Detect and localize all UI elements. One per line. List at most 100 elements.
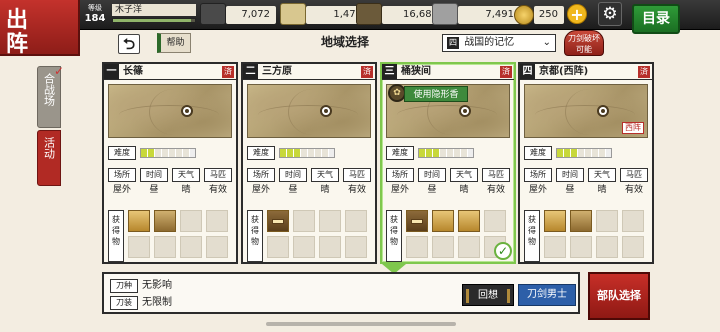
help-button[interactable]: 帮助 <box>157 33 191 53</box>
condition-value: 昼 <box>427 185 437 195</box>
map-card[interactable]: 四京都(西阵) 済西阵 难度 场所 时间 天气 马匹 屋外 昼 晴 有效 获得物 <box>518 62 654 264</box>
difficulty-bar <box>140 148 196 158</box>
difficulty-label: 难度 <box>386 146 414 160</box>
condition-label: 场所 <box>386 168 414 182</box>
loot-slot-empty <box>206 236 228 258</box>
settings-gear-icon[interactable]: ⚙ <box>598 2 622 26</box>
condition-values: 屋外 昼 晴 有效 <box>524 184 648 198</box>
loot-slot-empty <box>570 236 592 258</box>
card-header: 一长篠 済 <box>104 64 236 80</box>
tab-event[interactable]: 活动 <box>37 130 61 186</box>
loot-slot-empty <box>406 236 428 258</box>
condition-value: 屋外 <box>528 185 547 195</box>
difficulty-label: 难度 <box>524 146 552 160</box>
loot-item-scroll-icon <box>432 210 454 232</box>
condition-value: 有效 <box>347 185 366 195</box>
condition-labels: 场所 时间 天气 马匹 <box>247 168 371 182</box>
selected-check-icon: ✓ <box>494 242 512 260</box>
difficulty-segment <box>454 149 461 157</box>
back-button[interactable]: ⮌ <box>118 34 140 54</box>
loot-slot-empty <box>293 210 315 232</box>
loot-item-scale-icon <box>154 210 176 232</box>
difficulty-segment <box>155 149 162 157</box>
condition-label: 马匹 <box>620 168 648 182</box>
loot-item-scale-icon <box>570 210 592 232</box>
map-card[interactable]: 三桶狭间済 ✿ 使用隐形香 难度 场所 时间 天气 马匹 屋外昼晴有效 获得物 ✓ <box>380 62 516 264</box>
exp-bar <box>112 18 196 23</box>
difficulty-segment <box>294 149 301 157</box>
loot-slot-empty <box>319 236 341 258</box>
level-label: 等级 <box>88 4 102 12</box>
card-number: 四 <box>520 64 535 79</box>
loot-slot-empty <box>206 210 228 232</box>
difficulty-segment <box>308 149 315 157</box>
condition-label: 马匹 <box>482 168 510 182</box>
condition-value: 有效 <box>624 185 643 195</box>
map-card[interactable]: 一长篠 済难度 场所 时间 天气 马匹 屋外 昼 晴 有效 获得物 <box>102 62 238 264</box>
condition-value: 晴 <box>597 185 607 195</box>
book-page-icon <box>272 219 284 224</box>
difficulty-bar <box>556 148 612 158</box>
map-thumbnail: 西阵 <box>524 84 648 138</box>
cleared-badge: 済 <box>222 66 234 78</box>
add-koban-button[interactable]: + <box>567 4 587 24</box>
page-title: 地域选择 <box>320 35 369 49</box>
whetstone-icon <box>432 3 458 25</box>
condition-value: 屋外 <box>112 185 131 195</box>
card-number: 三 <box>382 64 397 79</box>
difficulty-segment <box>599 149 606 157</box>
loot-item-book-icon <box>406 210 428 232</box>
condition-labels: 场所 时间 天气 马匹 <box>524 168 648 182</box>
difficulty-segment <box>322 149 329 157</box>
map-card[interactable]: 二三方原 済难度 场所 时间 天气 马匹 屋外 昼 晴 有效 获得物 <box>241 62 377 264</box>
cleared-badge: 済 <box>500 66 512 78</box>
condition-value: 晴 <box>320 185 330 195</box>
era-selected-value: 战国的记忆 <box>464 37 515 48</box>
loot-slot-empty <box>345 236 367 258</box>
card-number: 一 <box>104 64 119 79</box>
loot-slot-empty <box>596 236 618 258</box>
condition-labels: 场所 时间 天气 马匹 <box>108 168 232 182</box>
difficulty-segment <box>419 149 426 157</box>
difficulty-bar <box>418 148 474 158</box>
loot-slot-empty <box>267 236 289 258</box>
equipment-value: 无限制 <box>142 297 172 308</box>
sortie-title-line2: 阵 <box>6 31 29 57</box>
difficulty-segment <box>426 149 433 157</box>
loot-slot-empty <box>293 236 315 258</box>
condition-label: 天气 <box>172 168 200 182</box>
directory-button[interactable]: 目录 <box>632 4 680 34</box>
formation-select-button[interactable]: 部队选择 <box>588 272 650 320</box>
difficulty-segment <box>557 149 564 157</box>
loot-label: 获得物 <box>108 210 124 262</box>
charcoal-icon <box>200 3 226 25</box>
condition-value: 晴 <box>181 185 191 195</box>
difficulty-bar <box>279 148 335 158</box>
loot-slot-empty <box>544 236 566 258</box>
difficulty-segment <box>280 149 287 157</box>
cleared-badge: 済 <box>638 66 650 78</box>
era-select[interactable]: 四 战国的记忆 ⌄ <box>442 34 556 52</box>
card-header: 四京都(西阵) 済 <box>520 64 652 80</box>
condition-label: 天气 <box>450 168 478 182</box>
difficulty-label: 难度 <box>108 146 136 160</box>
exp-bar-fill <box>113 19 191 22</box>
condition-label: 时间 <box>140 168 168 182</box>
loot-item-scroll-icon <box>458 210 480 232</box>
condition-value: 有效 <box>208 185 227 195</box>
loot-slot-empty <box>128 236 150 258</box>
difficulty-segment <box>169 149 176 157</box>
loot-label: 获得物 <box>386 210 402 262</box>
condition-value: 屋外 <box>251 185 270 195</box>
sword-men-button[interactable]: 刀剑男士 <box>518 284 576 306</box>
difficulty-segment <box>148 149 155 157</box>
difficulty-segment <box>571 149 578 157</box>
use-incense-button[interactable]: 使用隐形香 <box>404 86 468 102</box>
condition-label: 时间 <box>279 168 307 182</box>
era-prefix: 四 <box>447 37 459 49</box>
card-header: 三桶狭间 済 <box>382 64 514 80</box>
difficulty-segment <box>141 149 148 157</box>
tamahagane-icon <box>280 3 306 25</box>
difficulty-segment <box>447 149 454 157</box>
recall-button[interactable]: 回想 <box>462 284 514 306</box>
